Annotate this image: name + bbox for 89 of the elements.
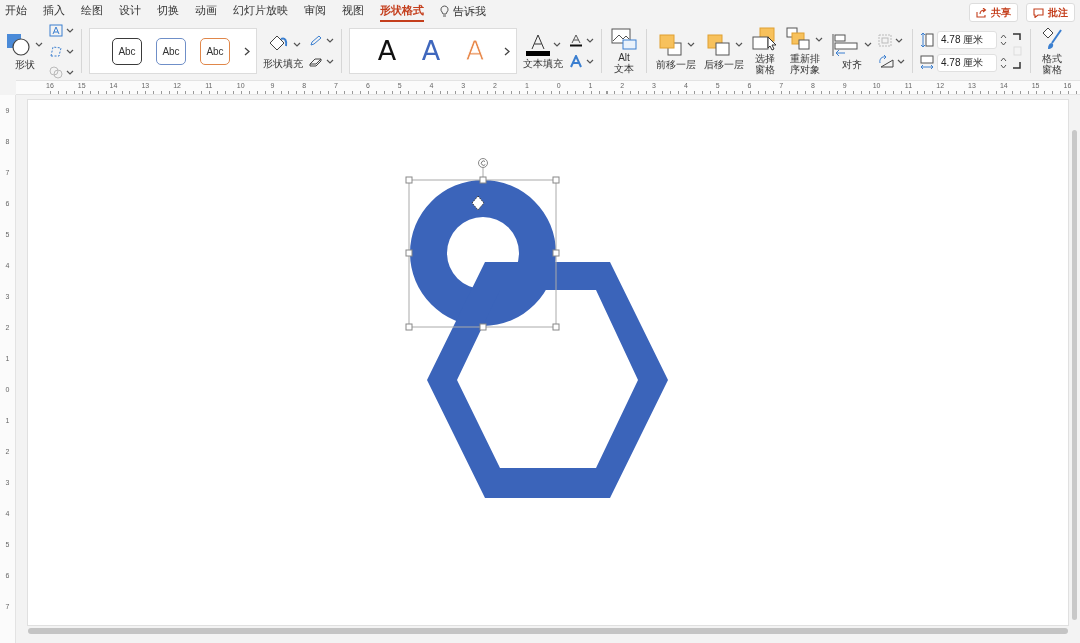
text-box-button[interactable] (49, 22, 74, 38)
paintbrush-icon (1040, 27, 1064, 51)
merge-shapes-icon (49, 65, 63, 79)
caret-icon (895, 38, 903, 43)
align-icon (831, 32, 861, 57)
text-fill-icon (525, 33, 550, 56)
pen-icon (309, 34, 323, 47)
edit-points-icon (49, 44, 63, 58)
ribbon-tab[interactable]: 开始 (5, 0, 27, 22)
image-caption-icon (611, 28, 637, 50)
shape-fill-button[interactable]: 形状填充 (261, 33, 305, 69)
width-field[interactable]: 4.78 厘米 (937, 53, 997, 72)
wordart-style-option[interactable]: A (416, 36, 446, 66)
resize-handle[interactable] (552, 323, 560, 331)
rotate-icon (878, 55, 894, 68)
ribbon-tab[interactable]: 切换 (157, 0, 179, 22)
ribbon-tab[interactable]: 审阅 (304, 0, 326, 22)
caret-icon (66, 48, 74, 54)
ribbon-tab[interactable]: 形状格式 (380, 0, 424, 22)
scrollbar[interactable] (1072, 130, 1077, 620)
caret-icon (66, 27, 74, 33)
text-outline-button[interactable] (569, 32, 594, 49)
shape-style-option[interactable]: Abc (112, 37, 142, 65)
caret-icon (897, 59, 905, 64)
ribbon-tab[interactable]: 动画 (195, 0, 217, 22)
ribbon-tab[interactable]: 设计 (119, 0, 141, 22)
ribbon-tab[interactable]: 视图 (342, 0, 364, 22)
selection-pane-icon (752, 27, 778, 51)
shape-style-option[interactable]: Abc (200, 37, 230, 65)
reorder-objects-button[interactable]: 重新排 序对象 (784, 27, 825, 75)
comment-button[interactable]: 批注 (1026, 3, 1075, 22)
caret-icon (586, 38, 594, 43)
resize-handle[interactable] (552, 176, 560, 184)
alt-text-button[interactable]: Alt 文本 (609, 28, 639, 74)
text-box-icon (49, 23, 63, 37)
reorder-objects-icon (786, 27, 812, 51)
text-outline-icon (569, 34, 583, 47)
eraser-icon (309, 55, 323, 68)
format-pane-button[interactable]: 格式 窗格 (1038, 27, 1066, 75)
lightbulb-icon (440, 4, 449, 18)
move-cursor-icon (471, 195, 485, 211)
caret-icon (326, 38, 334, 43)
spinner-icon[interactable] (1000, 32, 1007, 47)
ribbon-tab[interactable]: 插入 (43, 0, 65, 22)
group-objects-icon (878, 34, 892, 47)
shape-button[interactable]: 形状 (4, 32, 45, 70)
caret-icon (66, 69, 74, 75)
text-effects-button[interactable] (569, 53, 594, 70)
tell-me-button[interactable]: 告诉我 (440, 3, 486, 19)
width-icon (920, 54, 934, 71)
resize-handle[interactable] (479, 176, 487, 184)
align-button[interactable]: 对齐 (829, 32, 874, 70)
caret-icon (864, 42, 872, 47)
caret-icon (552, 42, 561, 47)
bring-forward-button[interactable]: 前移一层 (654, 32, 698, 70)
lock-aspect-icon[interactable] (1011, 32, 1023, 70)
spinner-icon[interactable] (1000, 55, 1007, 70)
height-field[interactable]: 4.78 厘米 (937, 30, 997, 49)
wordart-style-option[interactable]: A (372, 36, 402, 66)
resize-handle[interactable] (405, 323, 413, 331)
share-icon (976, 7, 987, 18)
caret-icon (292, 42, 301, 47)
text-fill-button[interactable]: 文本填充 (521, 33, 565, 69)
caret-icon (326, 59, 334, 64)
share-button[interactable]: 共享 (969, 3, 1018, 22)
text-effects-icon (569, 55, 583, 68)
shape-style-option[interactable]: Abc (156, 37, 186, 65)
selection-pane-button[interactable]: 选择 窗格 (750, 27, 780, 75)
comment-icon (1033, 7, 1044, 18)
caret-icon (35, 42, 43, 47)
scrollbar[interactable] (28, 628, 1068, 634)
resize-handle[interactable] (405, 176, 413, 184)
bring-forward-icon (657, 32, 684, 57)
caret-icon (586, 59, 594, 64)
caret-icon (686, 42, 695, 47)
chevron-right-icon[interactable] (504, 46, 510, 56)
height-icon (920, 31, 934, 48)
ribbon-tab[interactable]: 幻灯片放映 (233, 0, 288, 22)
resize-handle[interactable] (479, 323, 487, 331)
resize-handle[interactable] (552, 249, 560, 257)
caret-icon (815, 36, 823, 42)
ribbon-tab[interactable]: 绘图 (81, 0, 103, 22)
send-backward-icon (705, 32, 732, 57)
rotate-button[interactable] (878, 53, 905, 70)
resize-handle[interactable] (405, 249, 413, 257)
chevron-right-icon[interactable] (244, 46, 250, 56)
shapes-icon (6, 32, 32, 57)
caret-icon (734, 42, 743, 47)
send-backward-button[interactable]: 后移一层 (702, 32, 746, 70)
